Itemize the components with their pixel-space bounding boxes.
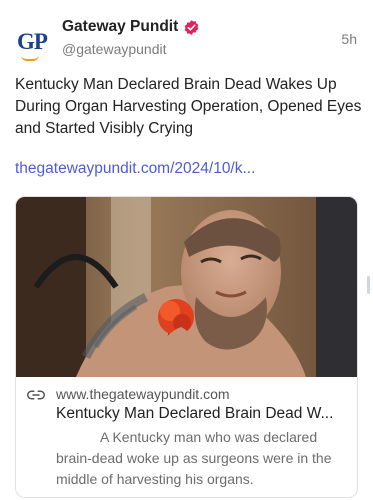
verified-badge-icon xyxy=(184,19,199,35)
author-handle[interactable]: @gatewaypundit xyxy=(62,41,167,57)
preview-description: A Kentucky man who was declared brain-de… xyxy=(56,429,332,487)
avatar[interactable]: GP xyxy=(13,22,51,61)
author-name[interactable]: Gateway Pundit xyxy=(62,18,178,36)
author-name-row: Gateway Pundit xyxy=(62,18,200,36)
preview-image[interactable] xyxy=(16,197,357,377)
link-icon xyxy=(27,390,45,400)
preview-domain: www.thegatewaypundit.com xyxy=(56,386,230,402)
link-preview-card[interactable]: www.thegatewaypundit.com Kentucky Man De… xyxy=(15,196,358,498)
preview-meta[interactable]: www.thegatewaypundit.com Kentucky Man De… xyxy=(16,377,357,497)
avatar-swoosh xyxy=(21,55,39,61)
preview-title[interactable]: Kentucky Man Declared Brain Dead W... xyxy=(56,405,351,423)
post-link[interactable]: thegatewaypundit.com/2024/10/k... xyxy=(15,160,255,178)
post-card[interactable]: GP Gateway Pundit @gatewaypundit 5h Kent… xyxy=(0,0,373,500)
avatar-logo-text: GP xyxy=(17,28,48,54)
scrollbar-thumb[interactable] xyxy=(367,276,370,294)
post-timestamp[interactable]: 5h xyxy=(341,31,357,47)
post-text: Kentucky Man Declared Brain Dead Wakes U… xyxy=(15,76,362,137)
